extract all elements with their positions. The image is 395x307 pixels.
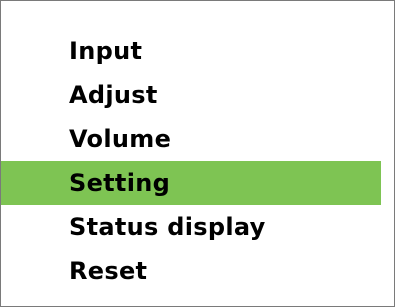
menu-item-reset[interactable]: Reset	[1, 249, 394, 293]
menu-item-status-display[interactable]: Status display	[1, 205, 394, 249]
menu-item-adjust[interactable]: Adjust	[1, 73, 394, 117]
menu-item-volume[interactable]: Volume	[1, 117, 394, 161]
menu-item-setting[interactable]: Setting	[1, 161, 381, 205]
menu-list: Input Adjust Volume Setting Status displ…	[1, 29, 394, 293]
menu-item-input[interactable]: Input	[1, 29, 394, 73]
projector-main-menu: Input Adjust Volume Setting Status displ…	[0, 0, 395, 307]
